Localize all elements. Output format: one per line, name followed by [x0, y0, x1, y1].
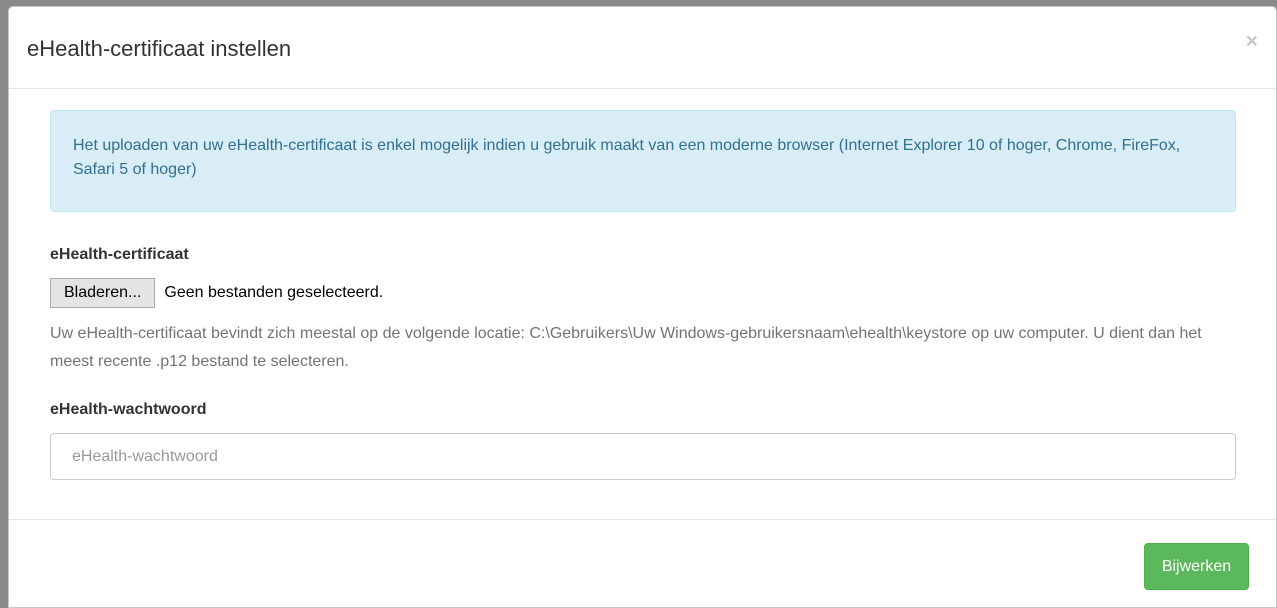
- file-input: Bladeren... Geen bestanden geselecteerd.: [50, 278, 383, 308]
- file-status-text: Geen bestanden geselecteerd.: [164, 284, 384, 301]
- certificate-help-text: Uw eHealth-certificaat bevindt zich mees…: [50, 325, 1202, 370]
- browser-info-alert: Het uploaden van uw eHealth-certificaat …: [50, 110, 1236, 212]
- password-input[interactable]: [50, 433, 1236, 480]
- modal-title: eHealth-certificaat instellen: [27, 36, 292, 61]
- modal-footer: Bijwerken: [9, 519, 1276, 607]
- modal-body: Het uploaden van uw eHealth-certificaat …: [50, 110, 1236, 480]
- certificate-label: eHealth-certificaat: [50, 246, 189, 263]
- certificate-modal: eHealth-certificaat instellen × Het uplo…: [8, 6, 1277, 608]
- update-button[interactable]: Bijwerken: [1144, 543, 1249, 590]
- close-icon[interactable]: ×: [1246, 31, 1258, 52]
- password-label: eHealth-wachtwoord: [50, 401, 207, 418]
- modal-header: eHealth-certificaat instellen ×: [9, 7, 1276, 89]
- browse-button[interactable]: Bladeren...: [50, 278, 156, 308]
